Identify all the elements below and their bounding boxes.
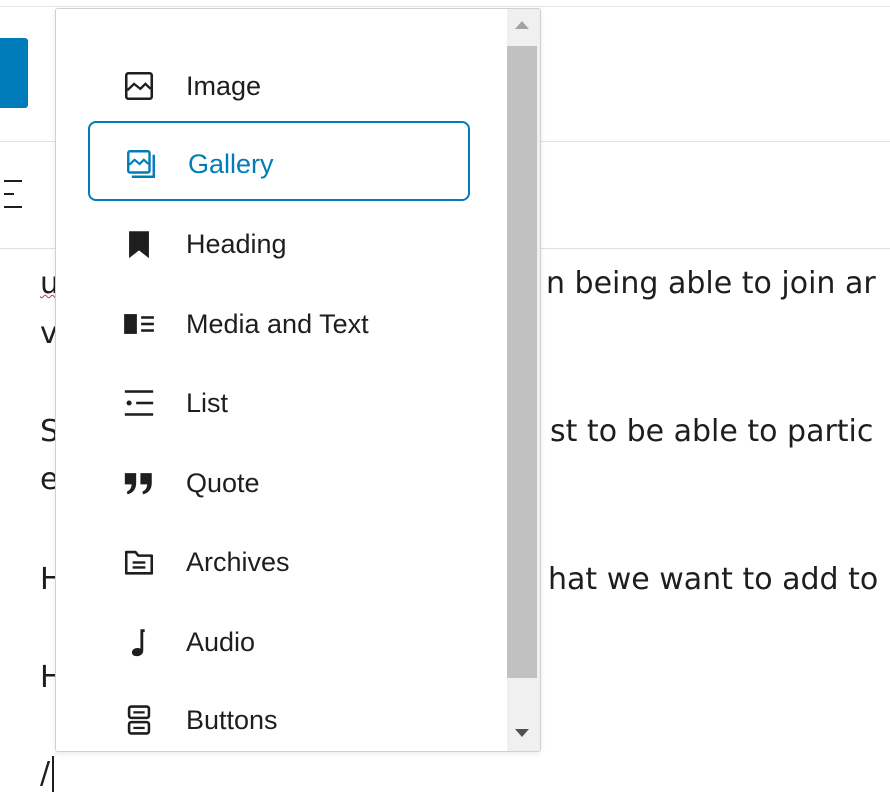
media-text-icon [124, 314, 154, 334]
gallery-icon [127, 150, 155, 178]
block-item-label: Heading [186, 229, 287, 259]
audio-icon [131, 629, 145, 657]
block-item-list[interactable]: List [88, 362, 470, 442]
block-inserter-popover: Image Gallery Heading Media and Text Lis… [55, 8, 541, 752]
list-view-icon[interactable] [4, 176, 22, 212]
block-item-gallery[interactable]: Gallery [88, 121, 470, 201]
block-item-label: Gallery [188, 149, 274, 179]
block-item-label: Archives [186, 547, 290, 577]
paragraph-2-text[interactable]: st to be able to partic [550, 414, 873, 449]
archive-icon [124, 550, 154, 575]
paragraph-1-text[interactable]: n being able to join ar [546, 266, 876, 301]
list-icon [124, 390, 154, 416]
block-item-label: Buttons [186, 705, 278, 735]
paragraph-3-text[interactable]: hat we want to add to [548, 562, 878, 597]
block-item-image[interactable]: Image [88, 45, 470, 125]
scrollbar-thumb[interactable] [507, 46, 537, 678]
block-item-quote[interactable]: Quote [88, 442, 470, 522]
block-item-label: Audio [186, 627, 256, 657]
block-item-label: List [186, 388, 229, 418]
block-item-label: Quote [186, 468, 260, 498]
block-item-label: Image [186, 71, 262, 101]
quote-icon [124, 473, 152, 495]
publish-button[interactable] [0, 38, 28, 108]
slash-command-text[interactable]: / [40, 756, 50, 791]
block-item-media-text[interactable]: Media and Text [88, 283, 470, 363]
block-item-audio[interactable]: Audio [88, 601, 470, 681]
block-item-label: Media and Text [186, 309, 369, 339]
text-cursor [52, 756, 54, 792]
buttons-icon [127, 705, 151, 735]
bookmark-icon [129, 231, 149, 259]
toolbar-divider [0, 6, 890, 7]
block-item-buttons[interactable]: Buttons [88, 679, 470, 751]
image-icon [124, 71, 154, 101]
scroll-up-arrow-icon[interactable] [515, 21, 529, 29]
block-item-archives[interactable]: Archives [88, 521, 470, 601]
block-item-heading[interactable]: Heading [88, 203, 470, 283]
scroll-down-arrow-icon[interactable] [515, 729, 529, 737]
